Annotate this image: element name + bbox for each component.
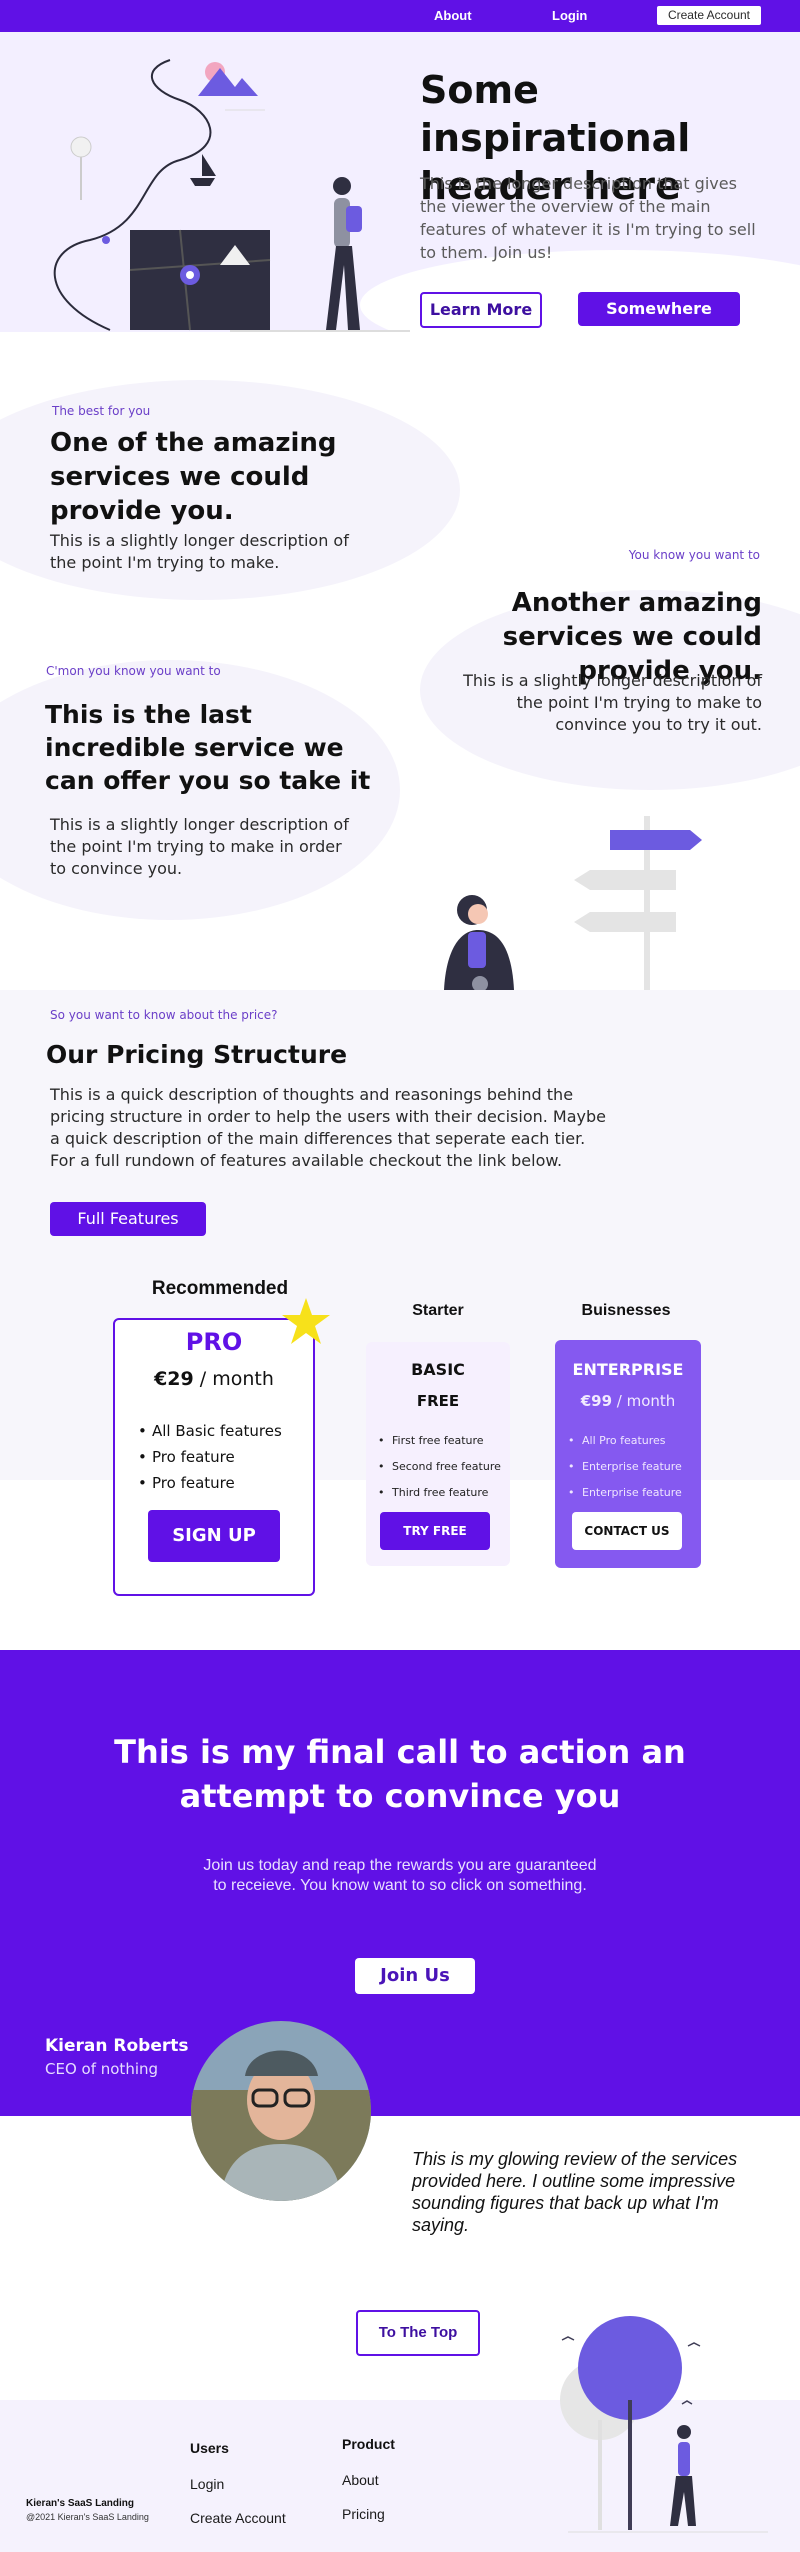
service-3-title: This is the last incredible service we c… (45, 700, 371, 795)
somewhere-button[interactable]: Somewhere (578, 292, 740, 326)
service-3-description: This is a slightly longer description of… (50, 815, 349, 878)
enterprise-price-period: / month (612, 1392, 676, 1410)
basic-feature-item: Third free feature (378, 1480, 501, 1506)
pro-price-amount: €29 (154, 1368, 194, 1390)
enterprise-plan-name: ENTERPRISE (572, 1360, 684, 1379)
service-1-eyebrow: The best for you (52, 404, 151, 418)
nav-login-link[interactable]: Login (552, 8, 587, 23)
contact-us-button[interactable]: CONTACT US (572, 1512, 682, 1550)
footer-product-heading: Product (342, 2436, 395, 2452)
to-top-button[interactable]: To The Top (356, 2310, 480, 2356)
top-nav: About Login Create Account (0, 0, 800, 32)
footer-brand: Kieran's SaaS Landing (26, 2498, 134, 2509)
pricing-title: Our Pricing Structure (46, 1040, 348, 1069)
basic-feature-list: First free feature Second free feature T… (378, 1428, 501, 1506)
pricing-description: This is a quick description of thoughts … (50, 1085, 607, 1170)
pro-price-period: / month (193, 1368, 274, 1390)
full-features-button[interactable]: Full Features (50, 1202, 206, 1236)
hero-description: This is the longer description that give… (420, 174, 756, 262)
cta-description: Join us today and reap the rewards you a… (203, 1857, 597, 1894)
footer-users-heading: Users (190, 2440, 229, 2456)
enterprise-feature-item: Enterprise feature (568, 1454, 682, 1480)
enterprise-feature-item: Enterprise feature (568, 1480, 682, 1506)
enterprise-price-amount: €99 (580, 1392, 613, 1410)
enterprise-feature-item: All Pro features (568, 1428, 682, 1454)
hero-illustration (53, 59, 410, 332)
nav-about-link[interactable]: About (434, 8, 472, 23)
tree-illustration (560, 2316, 768, 2533)
basic-feature-item: First free feature (378, 1428, 501, 1454)
service-2-description: This is a slightly longer description of… (463, 671, 762, 734)
basic-feature-item: Second free feature (378, 1454, 501, 1480)
pro-feature-list: All Basic features Pro feature Pro featu… (138, 1418, 282, 1496)
pricing-eyebrow: So you want to know about the price? (50, 1008, 278, 1022)
footer-pricing-link[interactable]: Pricing (342, 2506, 385, 2522)
basic-plan-name: BASIC (411, 1360, 465, 1379)
try-free-button[interactable]: TRY FREE (380, 1512, 490, 1550)
learn-more-button[interactable]: Learn More (420, 292, 542, 328)
signpost-illustration (444, 816, 702, 990)
footer-create-account-link[interactable]: Create Account (190, 2510, 286, 2526)
service-1-description: This is a slightly longer description of… (50, 531, 349, 572)
footer-login-link[interactable]: Login (190, 2476, 224, 2492)
service-2-eyebrow: You know you want to (628, 548, 760, 562)
avatar (191, 2021, 371, 2201)
testimonial-review: This is my glowing review of the service… (412, 2149, 738, 2235)
footer-copyright: @2021 Kieran's SaaS Landing (26, 2512, 149, 2522)
pro-feature-item: Pro feature (138, 1444, 282, 1470)
service-1-title: One of the amazing services we could pro… (50, 428, 337, 526)
pro-feature-item: All Basic features (138, 1418, 282, 1444)
testimonial-name: Kieran Roberts (45, 2036, 189, 2056)
join-us-button[interactable]: Join Us (355, 1958, 475, 1994)
pro-plan-price: €29 / month (113, 1368, 315, 1390)
nav-create-account-button[interactable]: Create Account (656, 5, 762, 26)
basic-plan-price: FREE (416, 1392, 460, 1410)
landing-page: About Login Create Account Some inspirat… (0, 0, 800, 2552)
cta-title: This is my final call to action an attem… (114, 1733, 686, 1815)
pro-feature-item: Pro feature (138, 1470, 282, 1496)
pro-plan-name: PRO (185, 1328, 243, 1356)
enterprise-feature-list: All Pro features Enterprise feature Ente… (568, 1428, 682, 1506)
pro-signup-button[interactable]: SIGN UP (148, 1510, 280, 1562)
testimonial-role: CEO of nothing (45, 2060, 159, 2078)
enterprise-plan-price: €99 / month (555, 1392, 701, 1410)
service-3-eyebrow: C'mon you know you want to (46, 664, 221, 678)
starter-label: Starter (412, 1302, 464, 1319)
business-label: Buisnesses (581, 1302, 671, 1319)
footer-about-link[interactable]: About (342, 2472, 379, 2488)
